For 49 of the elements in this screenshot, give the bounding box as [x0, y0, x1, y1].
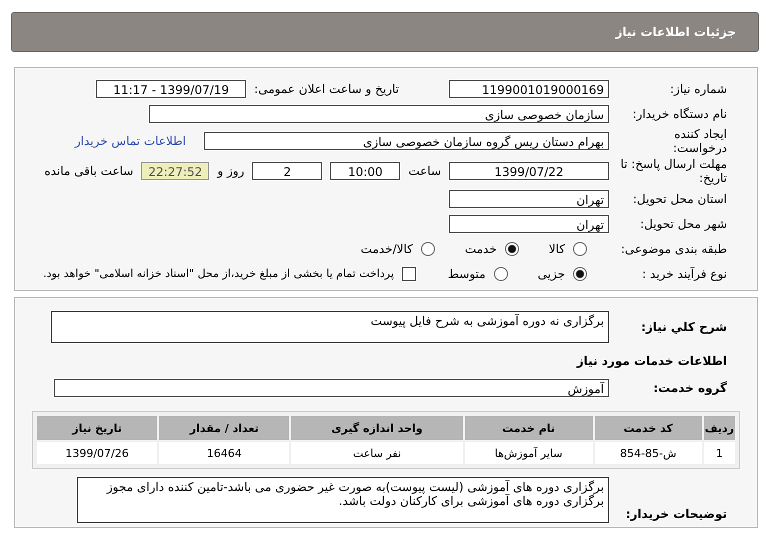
table-cell: نفر ساعت	[291, 442, 463, 464]
notes-field[interactable]: برگزاری دوره های آموزشی (لیست پیوست)به صورت غیر حضوری می باشد-تامین کننده دارای مجوز برگزاری دوره های آموزشی برای کارکنان دولت باشد.	[77, 477, 609, 523]
input-field[interactable]: 1399/07/19 - 11:17	[96, 80, 246, 98]
column-header: تاریخ نیاز	[37, 416, 158, 440]
column-header: نام خدمت	[464, 416, 593, 440]
column-header: ردیف	[704, 416, 735, 440]
input-field[interactable]: 1399/07/22	[449, 162, 609, 180]
table-cell: 16464	[159, 442, 290, 464]
option-label: جزیی	[538, 266, 565, 280]
field-label: شرح کلي نیاز:	[640, 320, 727, 334]
field-label: مهلت ارسال پاسخ: تا تاریخ:	[619, 157, 727, 185]
field-label: ساعت باقی مانده	[44, 164, 134, 178]
field-label: استان محل تحویل:	[632, 192, 727, 206]
field-label: روز و	[217, 164, 244, 178]
field-label: ساعت	[408, 164, 441, 178]
field-label: ایجاد کننده درخواست:	[672, 127, 727, 155]
page-title: جزئیات اطلاعات نیاز	[615, 25, 736, 39]
table-cell: 1	[704, 442, 735, 464]
input-field[interactable]: تهران	[449, 190, 609, 208]
countdown-field[interactable]: 22:27:52	[141, 162, 210, 180]
table-cell: سایر آموزش‌ها	[464, 442, 593, 464]
checkbox-label: پرداخت تمام یا بخشی از مبلغ خرید،از محل "اسناد خزانه اسلامی" خواهد بود.	[43, 267, 394, 280]
input-field[interactable]: سازمان خصوصی سازی	[149, 104, 609, 122]
table-cell: 1399/07/26	[37, 442, 158, 464]
table-cell: ش-85-854	[594, 442, 702, 464]
input-field[interactable]: 1199001019000169	[449, 80, 609, 98]
field-label: نوع فرآیند خرید :	[641, 266, 727, 280]
field-label: نام دستگاه خریدار:	[632, 106, 727, 120]
option-label: کالا/خدمت	[360, 242, 413, 256]
column-header: تعداد / مقدار	[159, 416, 290, 440]
option-label: خدمت	[464, 242, 497, 256]
option-label: کالا	[548, 242, 565, 256]
field-label: توضیحات خریدار:	[624, 506, 727, 521]
column-header: واحد اندازه گیری	[291, 416, 463, 440]
field-label: گروه خدمت:	[652, 381, 727, 395]
contact-link[interactable]: اطلاعات تماس خریدار	[74, 134, 186, 148]
field-label: شماره نیاز:	[669, 82, 727, 96]
option-label: متوسط	[448, 266, 486, 280]
input-field[interactable]: آموزش	[54, 379, 609, 397]
input-field[interactable]: 10:00	[330, 162, 400, 180]
column-header: کد خدمت	[594, 416, 702, 440]
input-field[interactable]: بهرام دستان ریس گروه سازمان خصوصی سازی	[204, 132, 609, 150]
input-field[interactable]: 2	[252, 162, 322, 180]
field-label: طبقه بندی موضوعی:	[620, 242, 727, 256]
description-field[interactable]: برگزاری نه دوره آموزشی به شرح فایل پیوست	[51, 311, 609, 343]
field-label: تاریخ و ساعت اعلان عمومی:	[254, 82, 399, 96]
section-heading: اطلاعات خدمات مورد نیاز	[576, 354, 727, 368]
field-label: شهر محل تحویل:	[639, 216, 727, 230]
input-field[interactable]: تهران	[449, 214, 609, 232]
